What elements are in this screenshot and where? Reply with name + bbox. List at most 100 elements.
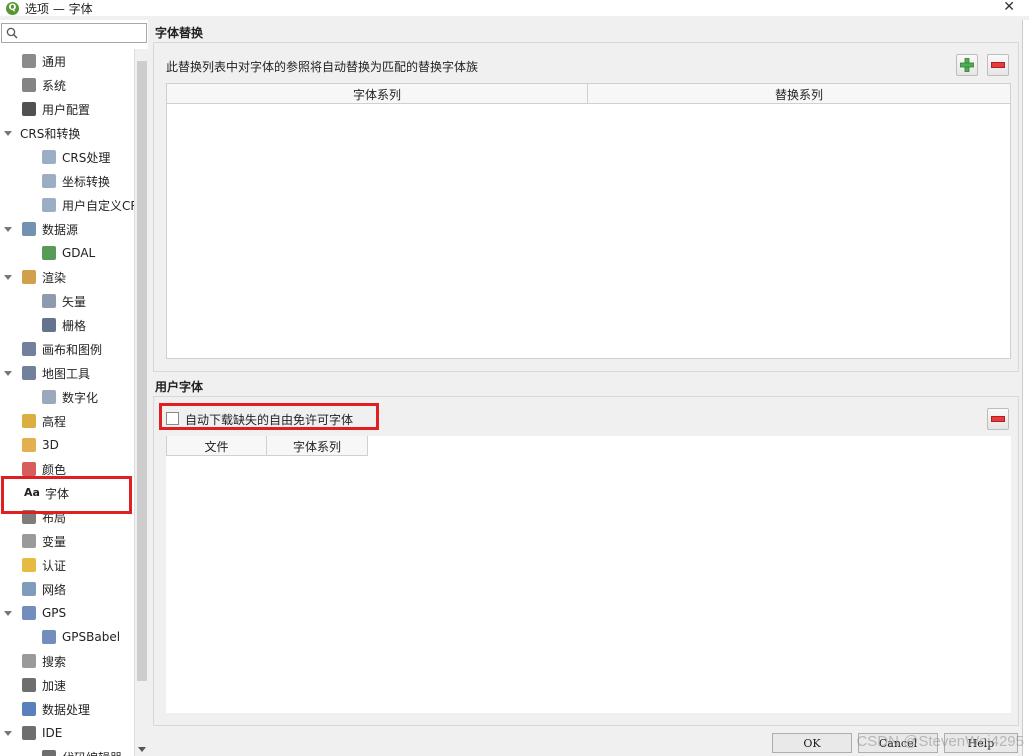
gear-icon xyxy=(22,78,36,92)
sidebar-item[interactable]: 系统 xyxy=(0,73,134,97)
column-header-font-family[interactable]: 字体系列 xyxy=(167,84,588,104)
add-substitution-button[interactable] xyxy=(956,54,978,76)
sidebar-item[interactable]: 3D xyxy=(0,433,134,457)
background-window-edge xyxy=(1022,20,1029,756)
user-fonts-table[interactable]: 文件 字体系列 xyxy=(166,436,1011,713)
raster-icon xyxy=(42,318,56,332)
ok-button[interactable]: OK xyxy=(772,733,852,753)
sidebar-item-label: 数据源 xyxy=(42,222,79,237)
sidebar-item-label: CRS处理 xyxy=(62,150,111,165)
sidebar-item-label: 数字化 xyxy=(62,390,99,405)
sidebar-item-label: 画布和图例 xyxy=(42,342,103,357)
window-title: 选项 — 字体 xyxy=(25,1,93,16)
font-substitution-description: 此替换列表中对字体的参照将自动替换为匹配的替换字体族 xyxy=(166,60,479,74)
watermark: CSDN @StevenWei4295 xyxy=(856,733,1024,750)
substitution-table-header: 字体系列 替换系列 xyxy=(167,84,1010,104)
chevron-down-icon[interactable] xyxy=(4,370,12,376)
search-input[interactable] xyxy=(1,23,147,43)
sidebar-item[interactable]: GPSBabel xyxy=(0,625,134,649)
sidebar-item-label: 搜索 xyxy=(42,654,67,669)
substitution-table[interactable]: 字体系列 替换系列 xyxy=(166,83,1011,359)
sidebar-item[interactable]: GPS xyxy=(0,601,134,625)
sidebar-item[interactable]: 数据处理 xyxy=(0,697,134,721)
sidebar-item[interactable]: 用户配置 xyxy=(0,97,134,121)
sidebar-item[interactable]: CRS和转换 xyxy=(0,121,134,145)
acceleration-icon xyxy=(22,678,36,692)
plus-icon xyxy=(960,58,974,72)
sidebar-item-label: 颜色 xyxy=(42,462,67,477)
sidebar-item-label: 变量 xyxy=(42,534,67,549)
close-icon[interactable]: ✕ xyxy=(1003,0,1015,15)
sidebar-item-label: 高程 xyxy=(42,414,67,429)
sidebar-item[interactable]: 加速 xyxy=(0,673,134,697)
chevron-down-icon[interactable] xyxy=(4,274,12,280)
variables-icon xyxy=(22,534,36,548)
processing-icon xyxy=(22,702,36,716)
sidebar-item[interactable]: 高程 xyxy=(0,409,134,433)
column-header-file[interactable]: 文件 xyxy=(167,436,267,456)
sidebar-item[interactable]: 变量 xyxy=(0,529,134,553)
code-editor-icon xyxy=(42,750,56,756)
minus-icon xyxy=(991,416,1005,422)
chevron-down-icon[interactable] xyxy=(4,730,12,736)
column-header-font-family[interactable]: 字体系列 xyxy=(267,436,368,456)
font-substitution-title: 字体替换 xyxy=(155,26,204,40)
sidebar-item[interactable]: 代码编辑器 xyxy=(0,745,134,756)
globe-transform-icon xyxy=(42,174,56,188)
options-nav-list: 通用系统用户配置 CRS和转换 CRS处理坐标转换用户自定义CR 数据源 GDAL 渲染矢… xyxy=(0,49,134,756)
sidebar-item[interactable]: 地图工具 xyxy=(0,361,134,385)
sidebar-item[interactable]: CRS处理 xyxy=(0,145,134,169)
sidebar-scrollbar[interactable] xyxy=(134,49,148,756)
cube-icon xyxy=(22,438,36,452)
remove-substitution-button[interactable] xyxy=(987,54,1009,76)
sidebar-item[interactable]: 坐标转换 xyxy=(0,169,134,193)
highlight-auto-download-checkbox xyxy=(159,403,379,430)
sidebar-item[interactable]: 搜索 xyxy=(0,649,134,673)
qgis-icon: Q xyxy=(6,1,19,15)
chevron-down-icon[interactable] xyxy=(4,610,12,616)
sidebar-item[interactable]: IDE xyxy=(0,721,134,745)
sidebar-item[interactable]: 画布和图例 xyxy=(0,337,134,361)
sidebar-item-label: CRS和转换 xyxy=(20,126,81,141)
map-tools-icon xyxy=(22,366,36,380)
sidebar-item[interactable]: GDAL xyxy=(0,241,134,265)
title-bar: Q 选项 — 字体 ✕ xyxy=(0,0,1029,16)
sidebar-item-label: 地图工具 xyxy=(42,366,91,381)
sidebar-item[interactable]: 渲染 xyxy=(0,265,134,289)
canvas-icon xyxy=(22,342,36,356)
ide-icon xyxy=(22,726,36,740)
chevron-down-icon[interactable] xyxy=(4,226,12,232)
remove-user-font-button[interactable] xyxy=(987,408,1009,430)
scrollbar-thumb[interactable] xyxy=(137,61,147,681)
sidebar-item[interactable]: 网络 xyxy=(0,577,134,601)
globe-user-icon xyxy=(42,198,56,212)
palette-icon xyxy=(22,462,36,476)
sidebar-item[interactable]: 栅格 xyxy=(0,313,134,337)
main-panel: 字体替换 此替换列表中对字体的参照将自动替换为匹配的替换字体族 字体系列 替换系… xyxy=(152,20,1022,756)
sidebar-item-label: 通用 xyxy=(42,54,67,69)
brush-icon xyxy=(22,270,36,284)
search-icon xyxy=(6,27,18,39)
gdal-icon xyxy=(42,246,56,260)
scroll-down-icon[interactable] xyxy=(138,747,146,752)
sidebar-item-label: 认证 xyxy=(42,558,67,573)
sidebar-item[interactable]: 用户自定义CR xyxy=(0,193,134,217)
digitize-icon xyxy=(42,390,56,404)
chevron-down-icon[interactable] xyxy=(4,130,12,136)
table-icon xyxy=(22,222,36,236)
minus-icon xyxy=(991,62,1005,68)
sidebar-item[interactable]: 通用 xyxy=(0,49,134,73)
globe-icon xyxy=(42,150,56,164)
sidebar-item-label: 用户自定义CR xyxy=(62,198,134,213)
sidebar-item-label: 加速 xyxy=(42,678,67,693)
user-fonts-table-header: 文件 字体系列 xyxy=(166,436,368,456)
sidebar-item-label: 栅格 xyxy=(62,318,87,333)
elevation-icon xyxy=(22,414,36,428)
sidebar-item-label: 网络 xyxy=(42,582,67,597)
sidebar-item[interactable]: 矢量 xyxy=(0,289,134,313)
sidebar-item[interactable]: 数字化 xyxy=(0,385,134,409)
column-header-replacement-family[interactable]: 替换系列 xyxy=(588,84,1010,104)
sidebar-item[interactable]: 数据源 xyxy=(0,217,134,241)
sidebar-item-label: 系统 xyxy=(42,78,67,93)
sidebar-item[interactable]: 认证 xyxy=(0,553,134,577)
